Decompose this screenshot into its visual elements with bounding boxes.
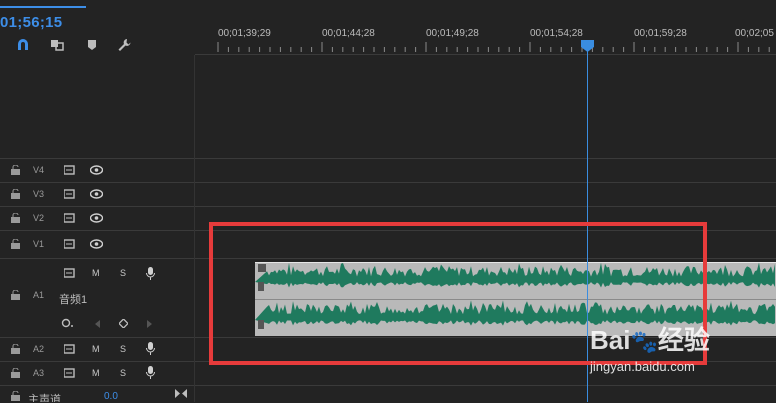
track-name-a2: A2 (33, 344, 45, 354)
solo-button[interactable]: S (120, 344, 126, 354)
toggle-sync-icon[interactable] (64, 189, 76, 199)
mute-button[interactable]: M (92, 344, 100, 354)
track-name-a1: A1 (33, 290, 45, 300)
ruler-tick-label: 00;01;54;28 (530, 28, 583, 39)
toggle-sync-icon[interactable] (64, 268, 76, 278)
eye-icon[interactable] (90, 189, 103, 199)
mute-button[interactable]: M (92, 368, 100, 378)
watermark-brand-2: 经验 (657, 325, 710, 355)
track-name-v2: V2 (33, 213, 45, 223)
eye-icon[interactable] (90, 239, 103, 249)
track-name-v1: V1 (33, 239, 45, 249)
lock-icon[interactable] (11, 290, 20, 300)
master-track-name: 主声道 (28, 394, 61, 402)
audio-track-header-a2: A2 M S (0, 337, 195, 361)
ruler-tick-label: 00;01;49;28 (426, 28, 479, 39)
microphone-icon[interactable] (146, 342, 155, 355)
volume-keyframe-icon[interactable] (61, 318, 75, 328)
watermark: Bai🐾经验 jingyan.baidu.com (590, 320, 710, 374)
solo-button[interactable]: S (120, 368, 126, 378)
ruler-tick-label: 00;01;59;28 (634, 28, 687, 39)
track-name-v4: V4 (33, 165, 45, 175)
lock-icon[interactable] (11, 344, 20, 354)
next-keyframe-icon[interactable] (147, 320, 153, 328)
add-keyframe-icon[interactable] (119, 319, 128, 328)
paw-icon: 🐾 (630, 329, 658, 354)
ruler-tick-label: 00;02;05 (735, 28, 774, 39)
wrench-icon[interactable] (116, 37, 132, 53)
watermark-url: jingyan.baidu.com (590, 359, 695, 374)
toggle-sync-icon[interactable] (64, 344, 76, 354)
lock-icon[interactable] (11, 189, 20, 199)
ruler-tick-label: 00;01;44;28 (322, 28, 375, 39)
linked-selection-icon[interactable] (49, 37, 65, 53)
toggle-sync-icon[interactable] (64, 213, 76, 223)
timecode-underline (0, 6, 86, 8)
lock-icon[interactable] (11, 391, 20, 401)
eye-icon[interactable] (90, 165, 103, 175)
microphone-icon[interactable] (146, 267, 155, 280)
toggle-sync-icon[interactable] (64, 368, 76, 378)
microphone-icon[interactable] (146, 366, 155, 379)
eye-icon[interactable] (90, 213, 103, 223)
ruler-tick-label: 00;01;39;29 (218, 28, 271, 39)
playhead-timecode[interactable]: 01;56;15 (0, 14, 62, 31)
lock-icon[interactable] (11, 239, 20, 249)
audio-track-header-a3: A3 M S (0, 361, 195, 385)
lock-icon[interactable] (11, 213, 20, 223)
toggle-sync-icon[interactable] (64, 165, 76, 175)
master-expand-icon[interactable] (175, 389, 187, 398)
mute-button[interactable]: M (92, 268, 100, 278)
track-title-a1[interactable]: 音频1 (59, 291, 87, 307)
playhead-handle[interactable] (581, 40, 594, 52)
lock-icon[interactable] (11, 368, 20, 378)
empty-track-area (195, 55, 776, 158)
previous-keyframe-icon[interactable] (95, 320, 101, 328)
master-volume-value[interactable]: 0.0 (104, 391, 118, 402)
solo-button[interactable]: S (120, 268, 126, 278)
snap-magnet-icon[interactable] (15, 37, 31, 53)
master-track-header: 主声道 0.0 (0, 385, 195, 402)
toggle-sync-icon[interactable] (64, 239, 76, 249)
lock-icon[interactable] (11, 165, 20, 175)
watermark-brand: Bai (590, 325, 631, 355)
audio-track-header-a1: M S A1 音频1 (0, 258, 195, 337)
video-track-headers: V4 V3 V2 V1 (0, 158, 195, 258)
add-marker-icon[interactable] (84, 37, 100, 53)
track-name-a3: A3 (33, 368, 45, 378)
track-name-v3: V3 (33, 189, 45, 199)
ruler-ticks (217, 42, 770, 52)
